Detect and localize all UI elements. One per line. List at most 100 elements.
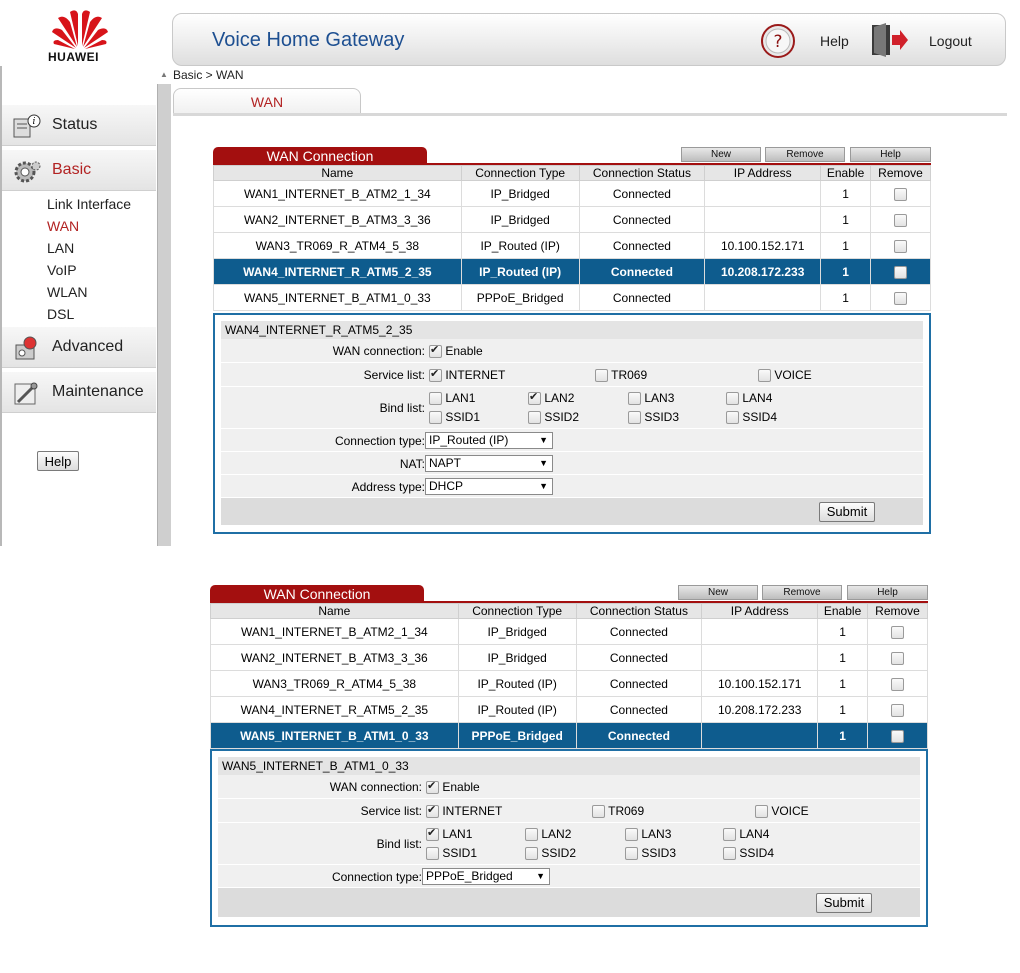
bind-ssid4-checkbox[interactable] — [726, 411, 739, 425]
tools-icon — [12, 380, 42, 406]
remove-button[interactable]: Remove — [762, 585, 842, 600]
help-button[interactable]: Help — [847, 585, 928, 600]
table-row[interactable]: WAN5_INTERNET_B_ATM1_0_33 PPPoE_Bridged … — [213, 284, 931, 311]
remove-checkbox[interactable] — [891, 703, 905, 717]
table-row[interactable]: WAN2_INTERNET_B_ATM3_3_36 IP_Bridged Con… — [213, 206, 931, 233]
table-row[interactable]: WAN2_INTERNET_B_ATM3_3_36 IP_Bridged Con… — [210, 644, 928, 671]
table-row[interactable]: WAN4_INTERNET_R_ATM5_2_35 IP_Routed (IP)… — [210, 696, 928, 723]
table-row-selected[interactable]: WAN4_INTERNET_R_ATM5_2_35 IP_Routed (IP)… — [213, 258, 931, 285]
bind-ssid4-checkbox[interactable] — [723, 847, 736, 861]
new-button[interactable]: New — [678, 585, 758, 600]
table-row-selected[interactable]: WAN5_INTERNET_B_ATM1_0_33 PPPoE_Bridged … — [210, 722, 928, 749]
sidebar-item-wan[interactable]: WAN — [47, 218, 79, 234]
cell-status: Connected — [578, 206, 706, 233]
enable-checkbox[interactable] — [429, 343, 442, 359]
service-internet-checkbox[interactable] — [426, 803, 439, 819]
bind-lan3-checkbox[interactable] — [625, 828, 638, 842]
dropdown-arrow-icon: ▼ — [536, 871, 545, 881]
bind-lan1-checkbox[interactable] — [426, 826, 439, 842]
detail-title: WAN5_INTERNET_B_ATM1_0_33 — [218, 757, 920, 775]
sidebar-help-button[interactable]: Help — [37, 451, 79, 471]
service-tr069-checkbox[interactable] — [592, 805, 605, 819]
logout-door-icon[interactable] — [870, 21, 910, 59]
bind-lan2-checkbox[interactable] — [525, 828, 538, 842]
bind-ssid2-checkbox[interactable] — [525, 847, 538, 861]
row-connection-type: Connection type: PPPoE_Bridged ▼ — [218, 865, 920, 888]
remove-checkbox[interactable] — [891, 729, 905, 743]
cell-name: WAN2_INTERNET_B_ATM3_3_36 — [213, 206, 462, 233]
sidebar-menu-status[interactable]: i Status — [2, 104, 156, 146]
huawei-logo: HUAWEI — [40, 6, 120, 66]
bind-lan4-label: LAN4 — [739, 827, 770, 841]
table-row[interactable]: WAN1_INTERNET_B_ATM2_1_34 IP_Bridged Con… — [210, 618, 928, 645]
scroll-up-icon[interactable]: ▲ — [160, 70, 168, 79]
service-internet-checkbox[interactable] — [429, 367, 442, 383]
nat-select[interactable]: NAPT ▼ — [425, 455, 553, 472]
remove-checkbox[interactable] — [894, 291, 908, 305]
bind-lan4-checkbox[interactable] — [726, 392, 739, 406]
cell-enable: 1 — [817, 644, 869, 671]
sidebar-menu-basic[interactable]: Basic — [2, 149, 156, 191]
sidebar-item-link-interface[interactable]: Link Interface — [47, 196, 131, 212]
help-button[interactable]: Help — [850, 147, 931, 162]
cell-remove — [870, 180, 931, 207]
gear-icon — [12, 158, 42, 184]
bind-lan2-checkbox[interactable] — [528, 390, 541, 406]
submit-button[interactable]: Submit — [816, 893, 872, 913]
sidebar-item-dsl[interactable]: DSL — [47, 306, 74, 322]
bind-ssid1-checkbox[interactable] — [429, 411, 442, 425]
sidebar-item-lan[interactable]: LAN — [47, 240, 74, 256]
remove-checkbox[interactable] — [894, 213, 908, 227]
bind-ssid3-checkbox[interactable] — [625, 847, 638, 861]
nat-label: NAT: — [399, 457, 425, 471]
cell-type: IP_Bridged — [457, 644, 577, 671]
remove-checkbox[interactable] — [894, 187, 908, 201]
cell-remove — [870, 206, 931, 233]
service-voice-checkbox[interactable] — [758, 369, 771, 383]
cell-remove — [867, 618, 928, 645]
tab-wan[interactable]: WAN — [173, 88, 361, 114]
cell-status: Connected — [578, 284, 706, 311]
sidebar-menu-maintenance[interactable]: Maintenance — [2, 371, 156, 413]
col-ip-address: IP Address — [704, 165, 822, 181]
enable-label: Enable — [442, 780, 480, 794]
row-submit: Submit — [221, 498, 923, 526]
bind-ssid3-checkbox[interactable] — [628, 411, 641, 425]
sidebar-menu-label: Advanced — [52, 338, 124, 355]
service-voice-checkbox[interactable] — [755, 805, 768, 819]
bind-lan1-checkbox[interactable] — [429, 392, 442, 406]
service-internet-label: INTERNET — [445, 368, 506, 382]
address-type-select[interactable]: DHCP ▼ — [425, 478, 553, 495]
help-question-icon[interactable]: ? — [760, 23, 796, 59]
remove-checkbox[interactable] — [891, 625, 905, 639]
sidebar-scrollbar[interactable] — [157, 84, 171, 546]
col-connection-status: Connection Status — [578, 165, 706, 181]
sidebar-item-wlan[interactable]: WLAN — [47, 284, 87, 300]
remove-checkbox[interactable] — [891, 677, 905, 691]
remove-button[interactable]: Remove — [765, 147, 845, 162]
enable-checkbox[interactable] — [426, 779, 439, 795]
col-connection-type: Connection Type — [457, 603, 577, 619]
bind-lan4-checkbox[interactable] — [723, 828, 736, 842]
sidebar-menu-advanced[interactable]: Advanced — [2, 326, 156, 368]
table-row[interactable]: WAN3_TR069_R_ATM4_5_38 IP_Routed (IP) Co… — [213, 232, 931, 259]
enable-label: Enable — [445, 344, 483, 358]
bind-ssid1-checkbox[interactable] — [426, 847, 439, 861]
service-tr069-checkbox[interactable] — [595, 369, 608, 383]
remove-checkbox[interactable] — [894, 265, 908, 279]
remove-checkbox[interactable] — [894, 239, 908, 253]
bind-lan3-checkbox[interactable] — [628, 392, 641, 406]
connection-type-select[interactable]: PPPoE_Bridged ▼ — [422, 868, 550, 885]
cell-type: IP_Routed (IP) — [457, 696, 577, 723]
connection-type-select[interactable]: IP_Routed (IP) ▼ — [425, 432, 553, 449]
help-link[interactable]: Help — [820, 33, 849, 49]
submit-button[interactable]: Submit — [819, 502, 875, 522]
sidebar-item-voip[interactable]: VoIP — [47, 262, 77, 278]
new-button[interactable]: New — [681, 147, 761, 162]
table-row[interactable]: WAN1_INTERNET_B_ATM2_1_34 IP_Bridged Con… — [213, 180, 931, 207]
remove-checkbox[interactable] — [891, 651, 905, 665]
bind-ssid2-checkbox[interactable] — [528, 411, 541, 425]
table-row[interactable]: WAN3_TR069_R_ATM4_5_38 IP_Routed (IP) Co… — [210, 670, 928, 697]
bind-ssid2-label: SSID2 — [541, 846, 577, 860]
logout-link[interactable]: Logout — [929, 33, 972, 49]
